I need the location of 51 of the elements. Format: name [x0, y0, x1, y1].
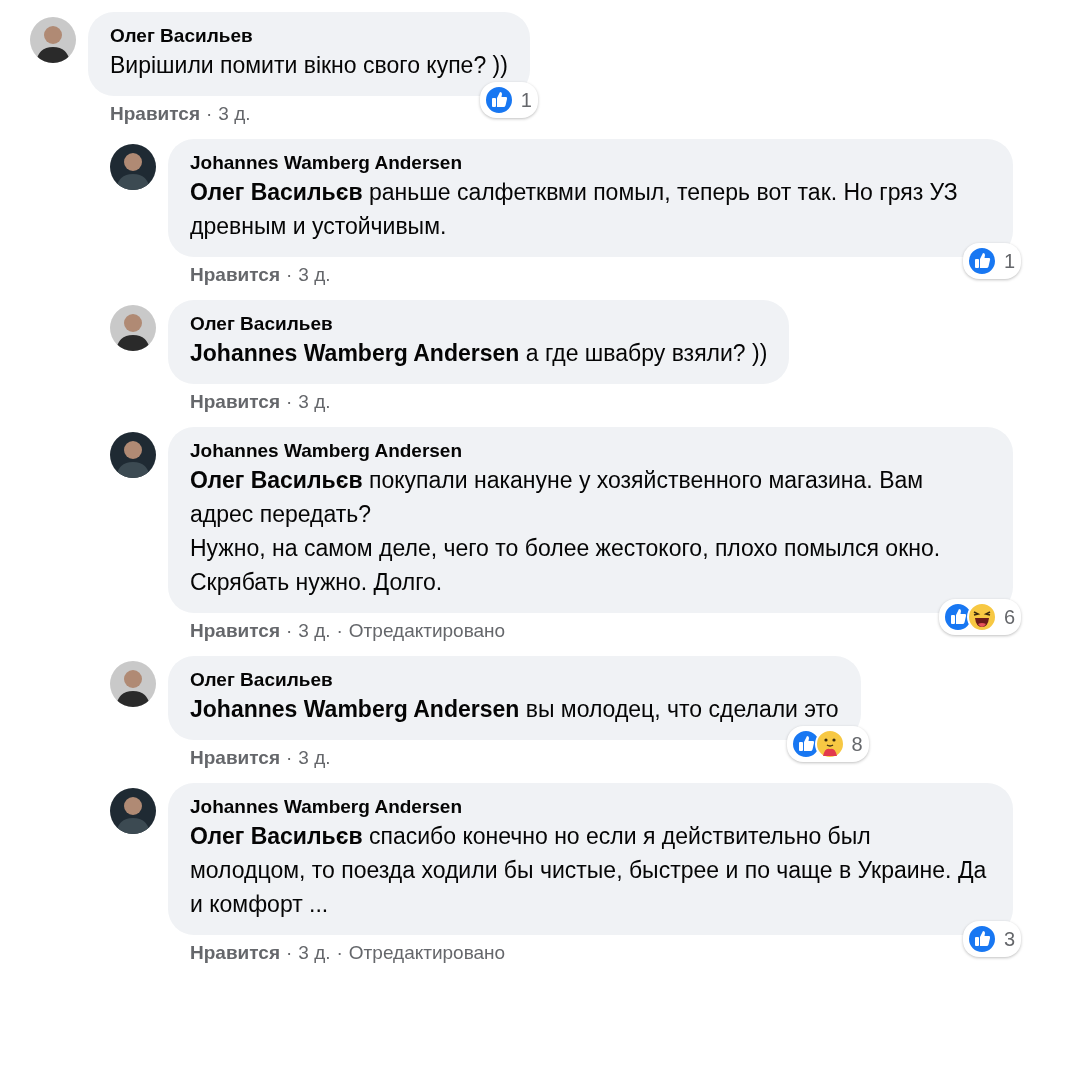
comment-text: Олег Васильєв покупали накануне у хозяйственного магазина. Вам адрес передать? — [190, 466, 925, 529]
comment-author[interactable]: Johannes Wamberg Andersen — [190, 439, 991, 463]
reaction-summary[interactable]: 1 — [479, 82, 538, 118]
separator-dot: · — [285, 264, 293, 286]
comment-text: Нужно, на самом деле, чего то более жестокого, плохо помылся окно. — [190, 534, 942, 563]
comment-text: Johannes Wamberg Andersen вы молодец, что сделали это — [190, 695, 839, 724]
thumbs-up-icon — [483, 85, 514, 115]
like-link[interactable]: Нравится — [190, 391, 280, 413]
comment-time[interactable]: 3 д. — [218, 103, 251, 125]
reaction-count: 3 — [1003, 927, 1015, 951]
like-link[interactable]: Нравится — [110, 103, 200, 125]
comment-text: Олег Васильєв раньше салфетквми помыл, теперь вот так. Но гряз УЗ древным и устойчивым. — [190, 178, 959, 241]
comment-time[interactable]: 3 д. — [298, 264, 331, 286]
separator-dot: · — [285, 391, 293, 413]
comment-author[interactable]: Олег Васильев — [190, 312, 768, 336]
like-link[interactable]: Нравится — [190, 747, 280, 769]
comment-author[interactable]: Олег Васильев — [190, 668, 839, 692]
comment-author[interactable]: Johannes Wamberg Andersen — [190, 795, 991, 819]
hugging-face-icon — [814, 729, 845, 759]
like-link[interactable]: Нравится — [190, 620, 280, 642]
reaction-count: 1 — [1003, 249, 1015, 273]
reaction-count: 1 — [520, 88, 532, 112]
laughing-face-icon — [966, 602, 997, 632]
edited-label[interactable]: Отредактировано — [348, 942, 506, 964]
comment-time[interactable]: 3 д. — [298, 942, 331, 964]
comment-text: Скрябать нужно. Долго. — [190, 568, 444, 597]
like-link[interactable]: Нравится — [190, 264, 280, 286]
reaction-count: 6 — [1003, 605, 1015, 629]
reaction-summary[interactable]: 3 — [962, 921, 1021, 957]
separator-dot: · — [285, 620, 293, 642]
comment-time[interactable]: 3 д. — [298, 620, 331, 642]
comment-text: Johannes Wamberg Andersen а где швабру взяли? )) — [190, 339, 768, 368]
comment-time[interactable]: 3 д. — [298, 747, 331, 769]
like-link[interactable]: Нравится — [190, 942, 280, 964]
reaction-summary[interactable]: 1 — [962, 243, 1021, 279]
edited-label[interactable]: Отредактировано — [348, 620, 506, 642]
comment-time[interactable]: 3 д. — [298, 391, 331, 413]
reaction-summary[interactable]: 8 — [786, 726, 869, 762]
comment-author[interactable]: Johannes Wamberg Andersen — [190, 151, 991, 175]
reaction-summary[interactable]: 6 — [938, 599, 1021, 635]
comment-text: Вирішили помити вікно свого купе? )) — [110, 51, 508, 80]
separator-dot: · — [205, 103, 213, 125]
separator-dot: · — [285, 747, 293, 769]
separator-dot: · — [336, 942, 343, 964]
comment-text: Олег Васильєв спасибо конечно но если я действительно был молодцом, то поезда ходили бы чистые, быстрее и по чаще в Украине. Да и комфорт ... — [190, 822, 988, 919]
thumbs-up-icon — [966, 246, 997, 276]
reaction-count: 8 — [851, 732, 863, 756]
thumbs-up-icon — [966, 924, 997, 954]
separator-dot: · — [285, 942, 293, 964]
separator-dot: · — [336, 620, 343, 642]
comment-author[interactable]: Олег Васильев — [110, 24, 508, 48]
